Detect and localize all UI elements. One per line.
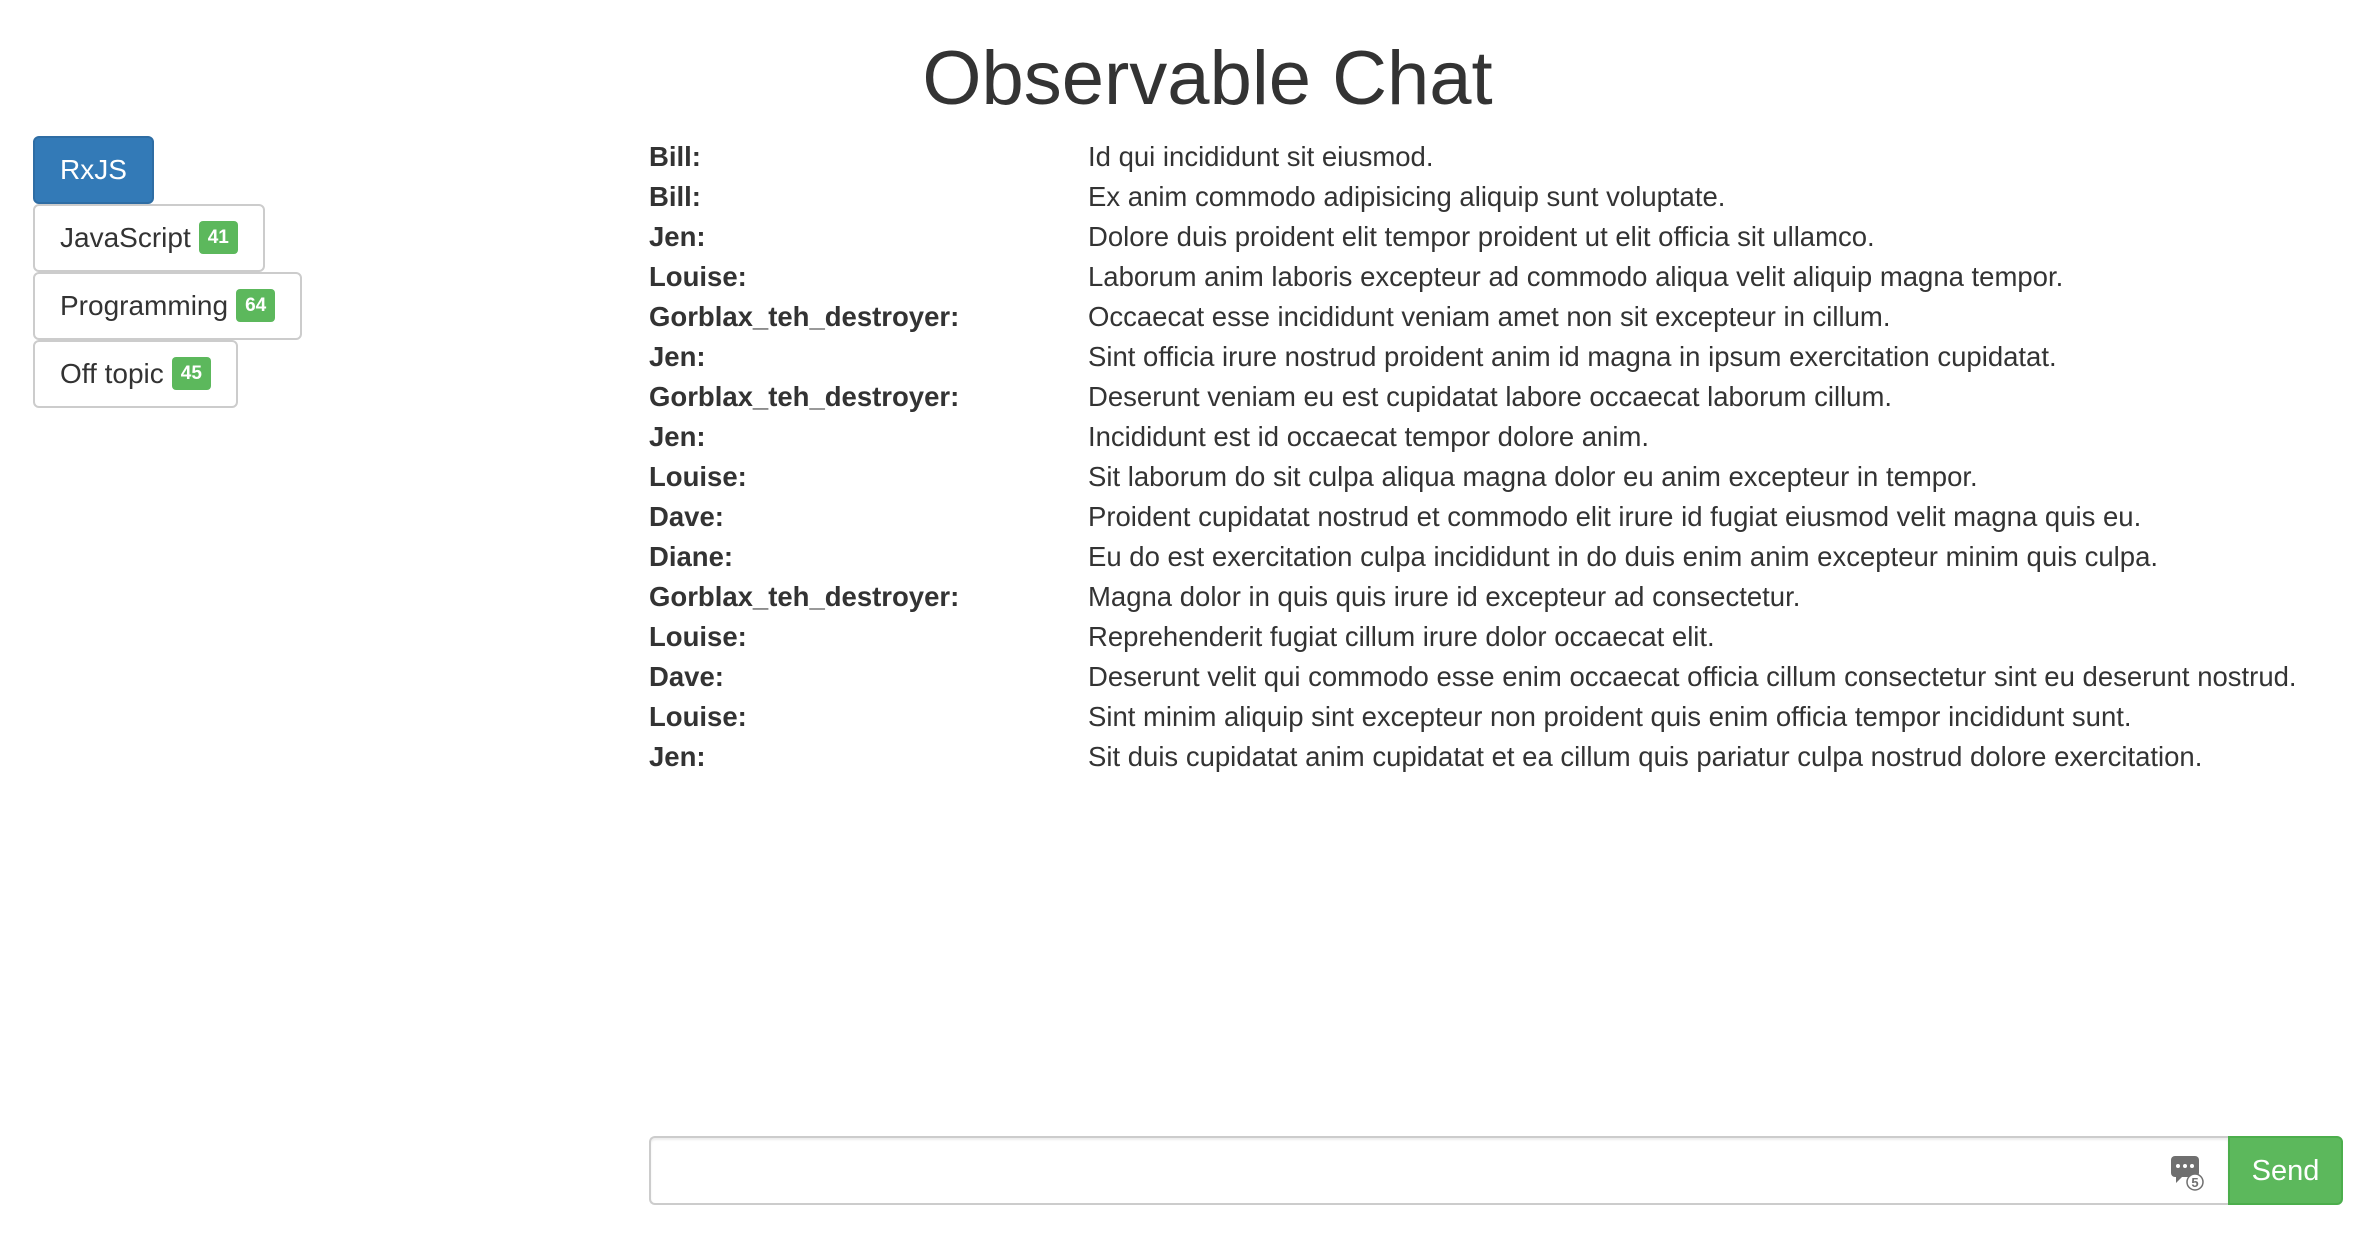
- message-list: Bill: Id qui incididunt sit eiusmod. Bill…: [649, 137, 2359, 777]
- room-button-programming[interactable]: Programming 64: [33, 272, 303, 340]
- message-row: Diane: Eu do est exercitation culpa incid…: [649, 537, 2359, 577]
- message-text: Dolore duis proident elit tempor proiden…: [1088, 221, 1875, 252]
- message-text: Sint officia irure nostrud proident anim…: [1088, 341, 2057, 372]
- message-author: Dave:: [649, 501, 724, 532]
- message-text: Laborum anim laboris excepteur ad commod…: [1088, 261, 2064, 292]
- message-author: Louise:: [649, 261, 747, 292]
- message-row: Jen: Incididunt est id occaecat tempor do…: [649, 417, 2359, 457]
- page-title: Observable Chat: [922, 36, 1493, 121]
- message-author: Diane:: [649, 541, 734, 572]
- message-row: Louise: Sit laborum do sit culpa aliqua m…: [649, 457, 2359, 497]
- chat-app: Observable Chat RxJS JavaScript 41 Progra…: [0, 0, 2367, 1240]
- message-text: Deserunt veniam eu est cupidatat labore …: [1088, 381, 1893, 412]
- message-field: 5: [649, 1136, 2228, 1205]
- keyboard-shortcut-icon[interactable]: 5: [2170, 1155, 2204, 1191]
- message-row: Dave: Proident cupidatat nostrud et commo…: [649, 497, 2359, 537]
- message-row: Louise: Reprehenderit fugiat cillum irure…: [649, 617, 2359, 657]
- room-button-javascript[interactable]: JavaScript 41: [33, 204, 265, 272]
- message-author: Louise:: [649, 461, 747, 492]
- message-row: Jen: Sit duis cupidatat anim cupidatat et…: [649, 737, 2359, 777]
- message-author: Louise:: [649, 701, 747, 732]
- message-row: Jen: Dolore duis proident elit tempor pro…: [649, 217, 2359, 257]
- unread-badge: 64: [236, 289, 276, 323]
- message-row: Gorblax_teh_destroyer: Magna dolor in qui…: [649, 577, 2359, 617]
- message-author: Jen:: [649, 221, 706, 252]
- message-input[interactable]: [651, 1138, 2228, 1203]
- message-text: Occaecat esse incididunt veniam amet non…: [1088, 301, 1891, 332]
- room-list: RxJS JavaScript 41 Programming 64 Off topi…: [33, 136, 433, 408]
- message-row: Gorblax_teh_destroyer: Deserunt veniam eu…: [649, 377, 2359, 417]
- message-author: Gorblax_teh_destroyer:: [649, 381, 960, 412]
- message-row: Jen: Sint officia irure nostrud proident …: [649, 337, 2359, 377]
- message-text: Reprehenderit fugiat cillum irure dolor …: [1088, 621, 1715, 652]
- message-row: Louise: Laborum anim laboris excepteur ad…: [649, 257, 2359, 297]
- message-text: Sit laborum do sit culpa aliqua magna do…: [1088, 461, 1978, 492]
- message-text: Sint minim aliquip sint excepteur non pr…: [1088, 701, 2132, 732]
- message-author: Gorblax_teh_destroyer:: [649, 581, 960, 612]
- message-row: Gorblax_teh_destroyer: Occaecat esse inci…: [649, 297, 2359, 337]
- message-text: Eu do est exercitation culpa incididunt …: [1088, 541, 2159, 572]
- message-author: Jen:: [649, 421, 706, 452]
- message-row: Dave: Deserunt velit qui commodo esse eni…: [649, 657, 2359, 697]
- message-author: Louise:: [649, 621, 747, 652]
- shortcut-count: 5: [2191, 1175, 2198, 1190]
- message-text: Incididunt est id occaecat tempor dolore…: [1088, 421, 1649, 452]
- message-text: Ex anim commodo adipisicing aliquip sunt…: [1088, 181, 1726, 212]
- unread-badge: 45: [171, 357, 211, 391]
- message-author: Jen:: [649, 341, 706, 372]
- message-text: Proident cupidatat nostrud et commodo el…: [1088, 501, 2142, 532]
- send-button[interactable]: Send: [2228, 1136, 2343, 1205]
- message-text: Sit duis cupidatat anim cupidatat et ea …: [1088, 741, 2203, 772]
- unread-badge: 41: [198, 221, 238, 255]
- room-label: Off topic: [60, 358, 164, 389]
- room-button-off-topic[interactable]: Off topic 45: [33, 340, 238, 408]
- message-row: Louise: Sint minim aliquip sint excepteur…: [649, 697, 2359, 737]
- message-text: Magna dolor in quis quis irure id except…: [1088, 581, 1801, 612]
- message-composer: 5 Send: [649, 1136, 2343, 1205]
- message-author: Bill:: [649, 141, 701, 172]
- message-row: Bill: Ex anim commodo adipisicing aliquip…: [649, 177, 2359, 217]
- room-button-rxjs[interactable]: RxJS: [33, 136, 154, 204]
- message-author: Jen:: [649, 741, 706, 772]
- message-row: Bill: Id qui incididunt sit eiusmod.: [649, 137, 2359, 177]
- message-text: Deserunt velit qui commodo esse enim occ…: [1088, 661, 2297, 692]
- room-label: RxJS: [60, 154, 127, 185]
- message-author: Bill:: [649, 181, 701, 212]
- message-author: Gorblax_teh_destroyer:: [649, 301, 960, 332]
- message-text: Id qui incididunt sit eiusmod.: [1088, 141, 1434, 172]
- room-label: Programming: [60, 290, 229, 321]
- message-author: Dave:: [649, 661, 724, 692]
- room-label: JavaScript: [60, 222, 191, 253]
